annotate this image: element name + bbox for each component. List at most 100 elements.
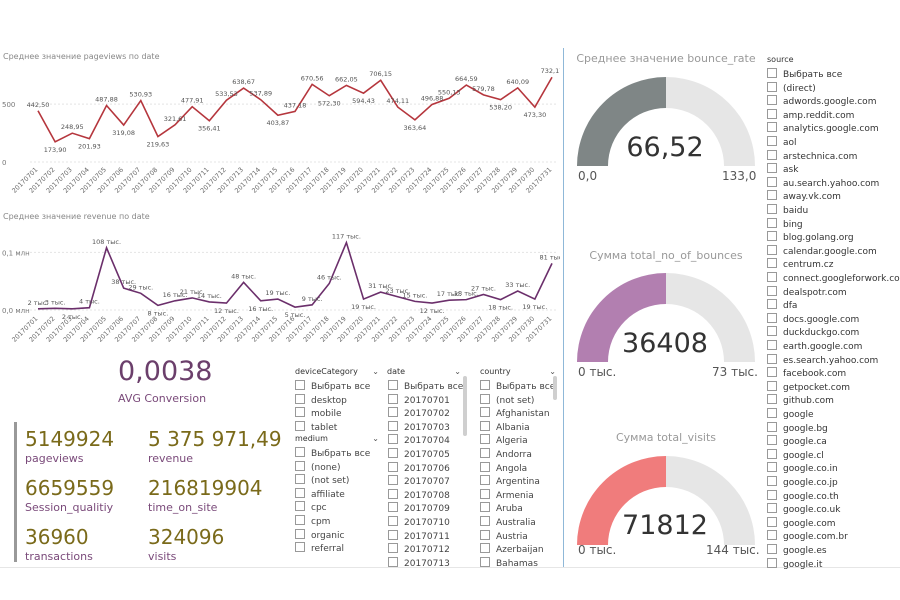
country-option[interactable]: Angola (480, 461, 527, 474)
checkbox-icon[interactable] (480, 543, 490, 554)
source-option[interactable]: google.it (767, 557, 822, 570)
checkbox-icon[interactable] (767, 136, 777, 146)
source-option[interactable]: au.search.yahoo.com (767, 176, 879, 189)
checkbox-icon[interactable] (480, 556, 490, 567)
checkbox-icon[interactable] (388, 393, 398, 404)
checkbox-icon[interactable] (767, 503, 777, 514)
checkbox-icon[interactable] (480, 488, 490, 499)
date-option[interactable]: 20170707 (388, 475, 450, 487)
source-option[interactable]: duckduckgo.com (767, 326, 859, 338)
checkbox-icon[interactable] (767, 299, 777, 310)
checkbox-icon[interactable] (767, 231, 777, 242)
checkbox-icon[interactable] (295, 528, 305, 539)
checkbox-icon[interactable] (767, 190, 777, 201)
checkbox-icon[interactable] (295, 380, 305, 390)
date-slicer-scrollbar[interactable] (463, 376, 467, 436)
checkbox-icon[interactable] (767, 312, 777, 323)
checkbox-icon[interactable] (767, 516, 777, 527)
checkbox-icon[interactable] (767, 176, 777, 187)
checkbox-icon[interactable] (767, 217, 777, 228)
checkbox-icon[interactable] (480, 516, 490, 526)
date-option[interactable]: 20170704 (388, 434, 450, 446)
source-option[interactable]: dfa (767, 299, 797, 311)
checkbox-icon[interactable] (767, 394, 777, 405)
date-option[interactable]: 20170712 (388, 543, 450, 555)
checkbox-icon[interactable] (480, 529, 490, 540)
source-option[interactable]: google.ca (767, 435, 827, 447)
checkbox-icon[interactable] (767, 108, 777, 119)
checkbox-icon[interactable] (767, 380, 777, 391)
country-option[interactable]: Argentina (480, 475, 540, 487)
country-option[interactable]: Albania (480, 420, 530, 433)
medium-option[interactable]: Выбрать все (295, 447, 370, 459)
source-option[interactable]: google.bg (767, 421, 828, 434)
checkbox-icon[interactable] (480, 448, 490, 458)
checkbox-icon[interactable] (767, 68, 777, 78)
source-option[interactable]: getpocket.com (767, 380, 850, 393)
checkbox-icon[interactable] (767, 435, 777, 446)
country-option[interactable]: Australia (480, 516, 536, 528)
country-option[interactable]: Armenia (480, 488, 534, 501)
source-option[interactable]: (direct) (767, 81, 816, 94)
country-option[interactable]: Afghanistan (480, 407, 550, 419)
checkbox-icon[interactable] (295, 515, 305, 525)
source-option[interactable]: adwords.google.com (767, 95, 876, 107)
checkbox-icon[interactable] (767, 204, 777, 214)
date-option[interactable]: 20170710 (388, 516, 450, 528)
checkbox-icon[interactable] (767, 340, 777, 350)
checkbox-icon[interactable] (388, 461, 398, 472)
checkbox-icon[interactable] (388, 407, 398, 418)
devicecategory-option[interactable]: Выбрать все (295, 380, 370, 392)
source-option[interactable]: ask (767, 163, 798, 175)
source-option[interactable]: google.co.jp (767, 476, 838, 488)
checkbox-icon[interactable] (295, 542, 305, 553)
checkbox-icon[interactable] (295, 393, 305, 404)
checkbox-icon[interactable] (480, 380, 490, 390)
medium-option[interactable]: cpm (295, 515, 330, 527)
checkbox-icon[interactable] (767, 489, 777, 500)
checkbox-icon[interactable] (295, 474, 305, 485)
source-option[interactable]: earth.google.com (767, 340, 862, 352)
medium-option[interactable]: referral (295, 542, 344, 554)
checkbox-icon[interactable] (295, 487, 305, 498)
source-option[interactable]: blog.golang.org (767, 231, 854, 243)
checkbox-icon[interactable] (295, 501, 305, 512)
source-option[interactable]: amp.reddit.com (767, 108, 854, 121)
checkbox-icon[interactable] (767, 367, 777, 378)
checkbox-icon[interactable] (388, 556, 398, 567)
chevron-down-icon[interactable]: ⌄ (372, 367, 379, 376)
country-option[interactable]: Algeria (480, 434, 528, 446)
source-option[interactable]: calendar.google.com (767, 244, 877, 257)
source-option[interactable]: analytics.google.com (767, 122, 879, 134)
checkbox-icon[interactable] (480, 434, 490, 445)
checkbox-icon[interactable] (767, 272, 777, 282)
checkbox-icon[interactable] (767, 95, 777, 106)
checkbox-icon[interactable] (767, 557, 777, 568)
source-option[interactable]: docs.google.com (767, 312, 859, 325)
source-option[interactable]: bing (767, 217, 803, 230)
country-option[interactable]: Выбрать все (480, 380, 555, 392)
checkbox-icon[interactable] (767, 326, 777, 337)
checkbox-icon[interactable] (295, 447, 305, 457)
source-option[interactable]: es.search.yahoo.com (767, 353, 878, 366)
date-option[interactable]: 20170701 (388, 393, 450, 406)
date-option[interactable]: 20170709 (388, 502, 450, 514)
checkbox-icon[interactable] (767, 353, 777, 364)
country-slicer-scrollbar[interactable] (553, 376, 557, 400)
checkbox-icon[interactable] (767, 244, 777, 255)
checkbox-icon[interactable] (388, 448, 398, 458)
country-option[interactable]: Austria (480, 529, 528, 542)
checkbox-icon[interactable] (767, 408, 777, 418)
source-option[interactable]: aol (767, 136, 797, 148)
checkbox-icon[interactable] (480, 420, 490, 431)
checkbox-icon[interactable] (767, 163, 777, 174)
checkbox-icon[interactable] (295, 420, 305, 431)
checkbox-icon[interactable] (767, 421, 777, 432)
revenue-line-chart[interactable]: 0,1 млн0,0 млн2 тыс.3 тыс.2 тыс.4 тыс.10… (0, 222, 560, 350)
source-option[interactable]: google.co.th (767, 489, 839, 502)
checkbox-icon[interactable] (767, 462, 777, 473)
checkbox-icon[interactable] (388, 488, 398, 499)
checkbox-icon[interactable] (388, 543, 398, 554)
source-option[interactable]: google.com (767, 516, 836, 529)
medium-option[interactable]: affiliate (295, 487, 345, 500)
